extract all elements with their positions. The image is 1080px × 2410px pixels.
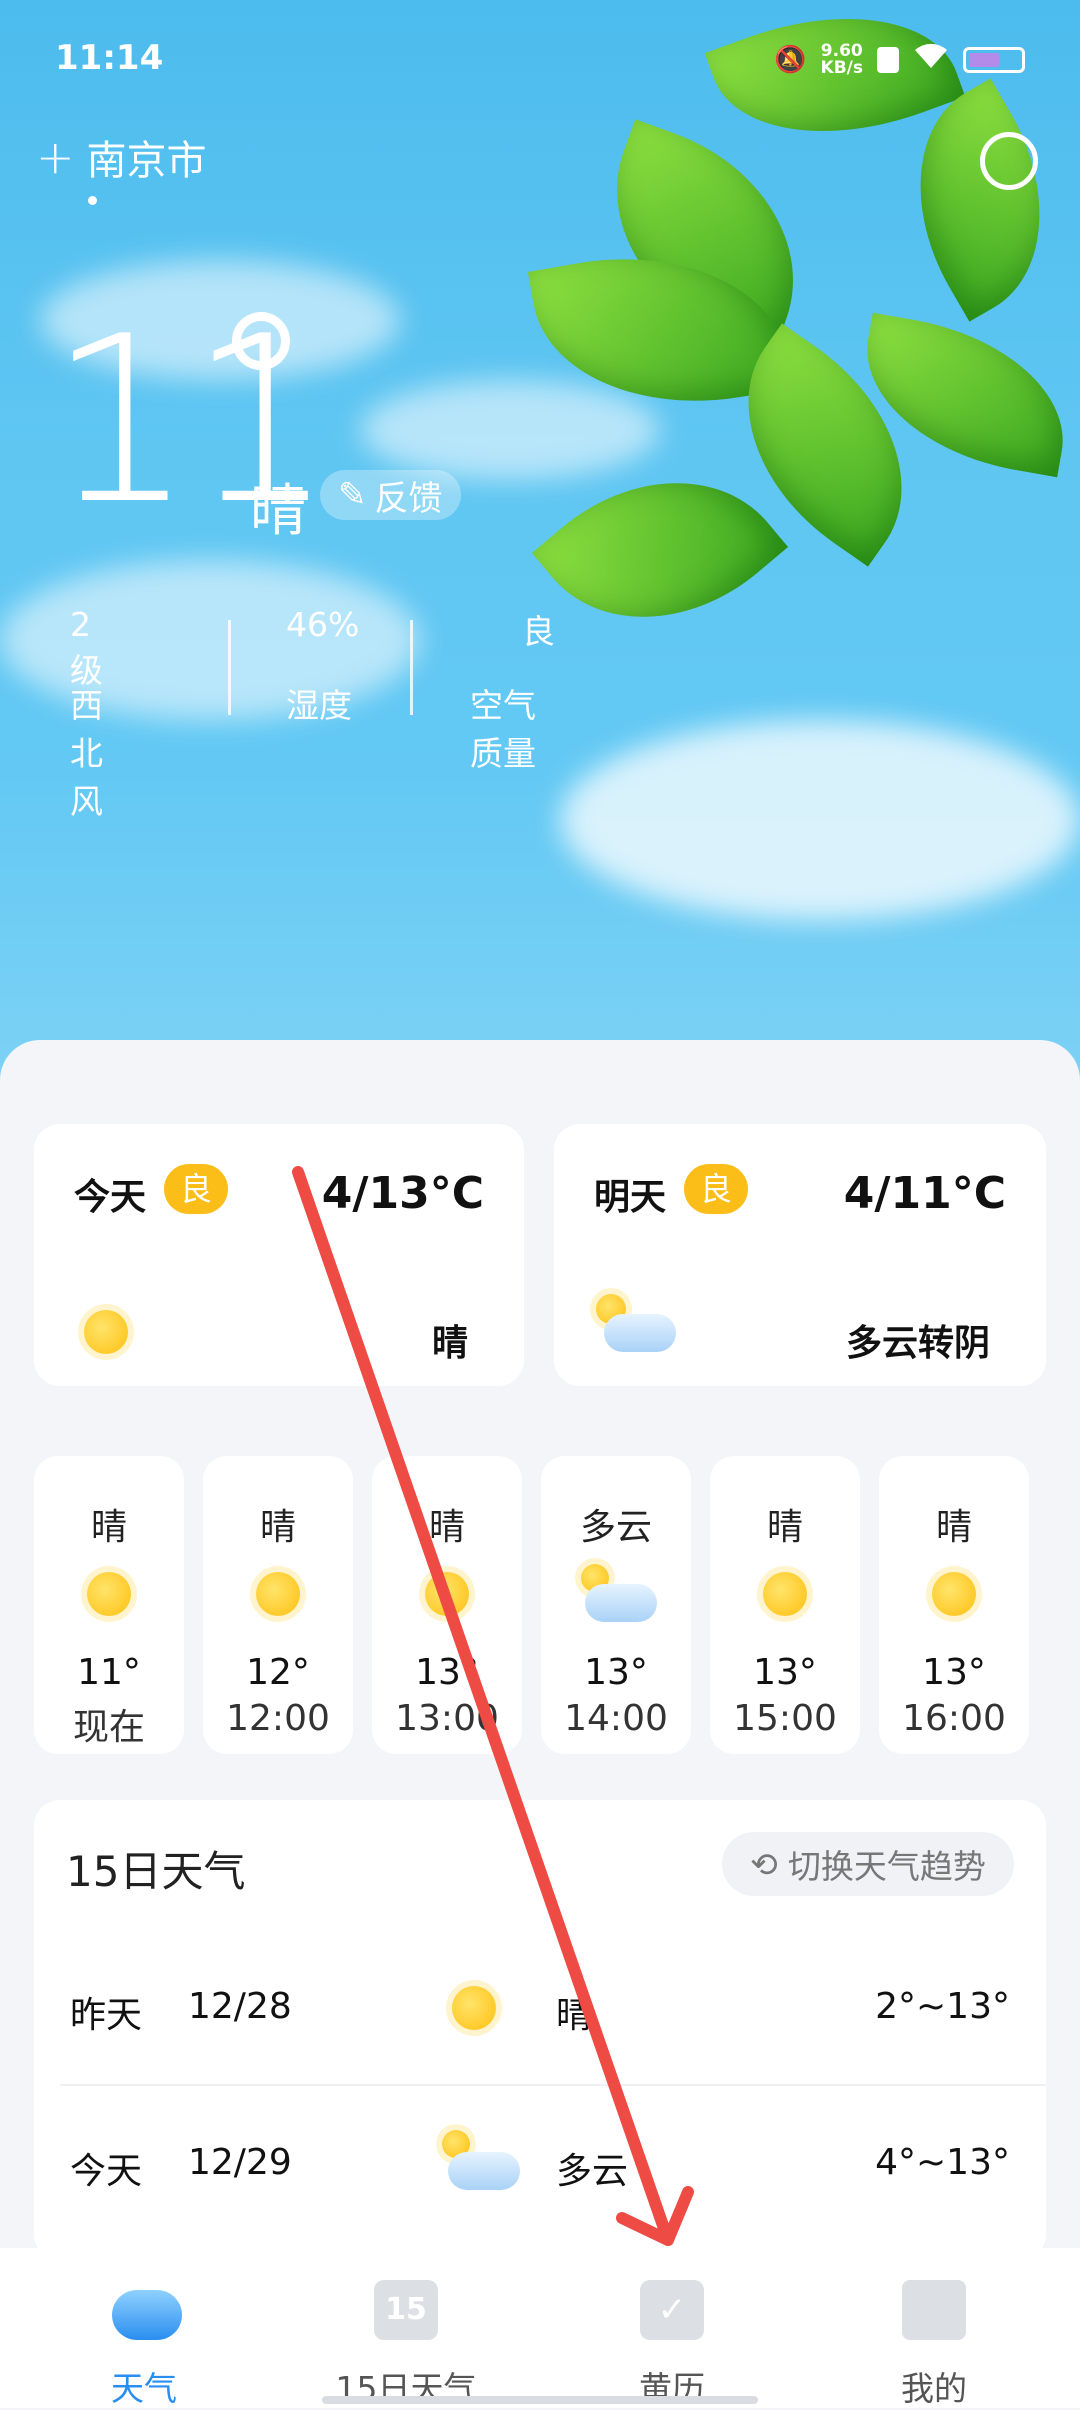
metric-air-quality[interactable]: 良 空气质量 <box>470 605 555 775</box>
tab-almanac[interactable]: ✓ 黄历 <box>572 2248 772 2408</box>
tab-15-day[interactable]: 15 15日天气 <box>306 2248 506 2408</box>
calendar-check-icon: ✓ <box>640 2280 704 2340</box>
day-label: 今天 <box>74 1177 147 1218</box>
net-speed: 9.60 KB/s <box>820 40 863 78</box>
forecast-row[interactable]: 昨天 12/28 晴 2°~13° <box>70 1986 1010 2066</box>
calendar-15-icon: 15 <box>374 2280 438 2340</box>
city-selector[interactable]: + 南京市 <box>36 128 207 186</box>
battery-icon <box>963 46 1025 73</box>
current-condition: 晴 <box>250 479 306 544</box>
degree-symbol <box>232 312 290 370</box>
page-indicator-dot <box>88 196 97 205</box>
day-condition: 晴 <box>431 1323 468 1364</box>
sun-icon <box>425 1572 469 1616</box>
sun-icon <box>763 1572 807 1616</box>
sun-icon <box>84 1310 128 1354</box>
sim-icon <box>877 46 899 73</box>
sky-cloud <box>360 380 660 480</box>
cloud-icon <box>112 2280 182 2340</box>
row-divider <box>60 2084 1046 2086</box>
plus-icon[interactable]: + <box>36 130 75 184</box>
partly-cloudy-icon <box>594 1292 684 1362</box>
bottom-tab-bar: 天气 15 15日天气 ✓ 黄历 我的 <box>0 2248 1080 2408</box>
city-name: 南京市 <box>86 138 207 184</box>
hour-card[interactable]: 晴 13° 16:00 <box>879 1456 1029 1754</box>
day-label: 明天 <box>594 1177 667 1218</box>
hour-card[interactable]: 晴 12° 12:00 <box>203 1456 353 1754</box>
status-bar: 11:14 🔕 9.60 KB/s <box>55 38 1025 88</box>
forecast-title: 15日天气 <box>66 1847 246 1896</box>
gift-icon <box>902 2280 966 2340</box>
hour-card[interactable]: 多云 13° 14:00 <box>541 1456 691 1754</box>
today-card[interactable]: 今天 良 4/13°C 晴 <box>34 1124 524 1386</box>
forecast-row[interactable]: 今天 12/29 多云 4°~13° <box>70 2130 1010 2222</box>
hour-card[interactable]: 晴 11° 现在 <box>34 1456 184 1754</box>
switch-trend-button[interactable]: ⟲ 切换天气趋势 <box>722 1832 1014 1896</box>
day-temp-range: 4/11°C <box>843 1168 1006 1219</box>
day-condition: 多云转阴 <box>845 1323 990 1364</box>
hour-card[interactable]: 晴 13° 13:00 <box>372 1456 522 1754</box>
wifi-icon <box>913 42 949 77</box>
aqi-badge: 良 <box>164 1164 229 1214</box>
tomorrow-card[interactable]: 明天 良 4/11°C 多云转阴 <box>554 1124 1046 1386</box>
sun-icon <box>452 1986 496 2030</box>
sun-icon <box>256 1572 300 1616</box>
tab-weather[interactable]: 天气 <box>44 2248 244 2408</box>
weather-hero: 11:14 🔕 9.60 KB/s + 南京市 11 晴 ✎ 反馈 2级 西北风 <box>0 0 1080 1110</box>
home-indicator <box>322 2396 758 2404</box>
partly-cloudy-icon <box>579 1562 659 1626</box>
mute-bell-icon: 🔕 <box>774 44 807 75</box>
swap-icon: ⟲ <box>750 1844 778 1884</box>
sun-icon <box>87 1572 131 1616</box>
metric-wind: 2级 西北风 <box>70 605 103 821</box>
sky-cloud <box>560 720 1080 920</box>
tab-mine[interactable]: 我的 <box>834 2248 1034 2408</box>
day-temp-range: 4/13°C <box>321 1168 484 1219</box>
feedback-button[interactable]: ✎ 反馈 <box>320 470 461 520</box>
hour-card[interactable]: 晴 13° 15:00 <box>710 1456 860 1754</box>
divider <box>228 620 231 715</box>
status-time: 11:14 <box>55 38 164 78</box>
metric-humidity: 46% 湿度 <box>286 605 360 725</box>
partly-cloudy-icon <box>442 2130 532 2200</box>
aqi-badge: 良 <box>684 1164 749 1214</box>
refresh-icon[interactable] <box>980 132 1038 190</box>
sun-icon <box>932 1572 976 1616</box>
pencil-icon: ✎ <box>338 475 367 515</box>
divider <box>410 620 413 715</box>
